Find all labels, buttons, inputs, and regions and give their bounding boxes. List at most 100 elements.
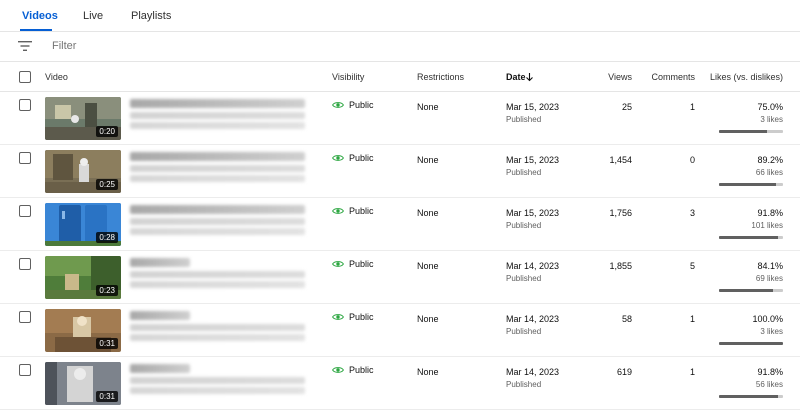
likes-ratio-bar	[719, 236, 783, 239]
video-description-blurred	[130, 324, 305, 331]
visibility-label: Public	[349, 100, 374, 110]
video-description-blurred	[130, 334, 305, 341]
filter-input[interactable]	[52, 40, 352, 52]
restrictions-value: None	[417, 208, 439, 218]
publish-date: Mar 14, 2023	[506, 314, 560, 324]
video-title-blurred[interactable]	[130, 258, 190, 267]
visibility-cell[interactable]: Public	[332, 259, 374, 269]
likes-ratio-bar	[719, 130, 783, 133]
visibility-cell[interactable]: Public	[332, 312, 374, 322]
video-thumbnail[interactable]: 0:25	[45, 150, 121, 193]
video-duration: 0:31	[96, 338, 118, 349]
row-checkbox[interactable]	[19, 364, 31, 376]
views-count: 25	[621, 102, 632, 112]
likes-ratio-fill	[719, 236, 778, 239]
table-row[interactable]: 0:23 Public None Mar 14, 2023 Published …	[0, 251, 800, 304]
row-checkbox[interactable]	[19, 311, 31, 323]
comments-count[interactable]: 5	[690, 261, 695, 271]
publish-status: Published	[506, 380, 542, 389]
column-header-restrictions[interactable]: Restrictions	[417, 72, 464, 82]
tab-playlists[interactable]: Playlists	[131, 10, 171, 22]
publish-date: Mar 15, 2023	[506, 102, 560, 112]
visibility-label: Public	[349, 206, 374, 216]
likes-percentage: 89.2%	[757, 155, 783, 165]
table-row[interactable]: 0:25 Public None Mar 15, 2023 Published …	[0, 145, 800, 198]
video-description-blurred	[130, 122, 305, 129]
video-duration: 0:25	[96, 179, 118, 190]
video-description-blurred	[130, 218, 305, 225]
row-checkbox[interactable]	[19, 99, 31, 111]
table-row[interactable]: 0:31 Public None Mar 14, 2023 Published …	[0, 357, 800, 410]
filter-icon[interactable]	[18, 40, 32, 52]
video-title-blurred[interactable]	[130, 364, 190, 373]
comments-count[interactable]: 0	[690, 155, 695, 165]
video-description-blurred	[130, 228, 305, 235]
likes-count: 101 likes	[751, 221, 783, 230]
video-title-blurred[interactable]	[130, 99, 305, 108]
views-count: 1,855	[609, 261, 632, 271]
column-header-views[interactable]: Views	[608, 72, 632, 82]
publish-status: Published	[506, 327, 542, 336]
likes-percentage: 91.8%	[757, 208, 783, 218]
video-description-blurred	[130, 112, 305, 119]
video-title-blurred[interactable]	[130, 311, 190, 320]
video-thumbnail[interactable]: 0:28	[45, 203, 121, 246]
column-header-visibility[interactable]: Visibility	[332, 72, 364, 82]
likes-percentage: 91.8%	[757, 367, 783, 377]
publish-date: Mar 15, 2023	[506, 208, 560, 218]
visibility-cell[interactable]: Public	[332, 153, 374, 163]
restrictions-value: None	[417, 367, 439, 377]
video-description-blurred	[130, 175, 305, 182]
likes-count: 69 likes	[755, 274, 783, 283]
video-duration: 0:31	[96, 391, 118, 402]
visibility-cell[interactable]: Public	[332, 100, 374, 110]
column-header-comments[interactable]: Comments	[651, 72, 695, 82]
eye-icon	[332, 261, 344, 267]
publish-status: Published	[506, 168, 542, 177]
video-description-blurred	[130, 165, 305, 172]
table-row[interactable]: 0:31 Public None Mar 14, 2023 Published …	[0, 304, 800, 357]
row-checkbox[interactable]	[19, 258, 31, 270]
video-duration: 0:20	[96, 126, 118, 137]
tab-bar: Videos Live Playlists	[0, 0, 800, 32]
likes-percentage: 84.1%	[757, 261, 783, 271]
column-header-video: Video	[45, 72, 68, 82]
eye-icon	[332, 314, 344, 320]
column-header-date[interactable]: Date	[506, 72, 533, 82]
likes-count: 3 likes	[760, 327, 783, 336]
filter-bar	[0, 32, 800, 62]
table-row[interactable]: 0:20 Public None Mar 15, 2023 Published …	[0, 92, 800, 145]
eye-icon	[332, 208, 344, 214]
row-checkbox[interactable]	[19, 205, 31, 217]
likes-ratio-fill	[719, 130, 767, 133]
comments-count[interactable]: 1	[690, 367, 695, 377]
video-thumbnail[interactable]: 0:31	[45, 309, 121, 352]
video-thumbnail[interactable]: 0:31	[45, 362, 121, 405]
video-title-blurred[interactable]	[130, 205, 305, 214]
row-checkbox[interactable]	[19, 152, 31, 164]
eye-icon	[332, 155, 344, 161]
video-title-blurred[interactable]	[130, 152, 305, 161]
tab-live[interactable]: Live	[83, 10, 103, 22]
visibility-cell[interactable]: Public	[332, 206, 374, 216]
likes-ratio-fill	[719, 183, 777, 186]
video-thumbnail[interactable]: 0:20	[45, 97, 121, 140]
comments-count[interactable]: 1	[690, 102, 695, 112]
likes-ratio-bar	[719, 342, 783, 345]
comments-count[interactable]: 1	[690, 314, 695, 324]
restrictions-value: None	[417, 102, 439, 112]
table-row[interactable]: 0:28 Public None Mar 15, 2023 Published …	[0, 198, 800, 251]
likes-count: 66 likes	[755, 168, 783, 177]
visibility-cell[interactable]: Public	[332, 365, 374, 375]
publish-status: Published	[506, 274, 542, 283]
select-all-checkbox[interactable]	[19, 71, 31, 83]
publish-date: Mar 15, 2023	[506, 155, 560, 165]
visibility-label: Public	[349, 365, 374, 375]
tab-videos[interactable]: Videos	[22, 10, 58, 22]
likes-ratio-bar	[719, 395, 783, 398]
video-thumbnail[interactable]: 0:23	[45, 256, 121, 299]
comments-count[interactable]: 3	[690, 208, 695, 218]
sort-arrow-down-icon	[526, 73, 533, 82]
column-header-likes[interactable]: Likes (vs. dislikes)	[710, 72, 783, 82]
likes-ratio-bar	[719, 289, 783, 292]
